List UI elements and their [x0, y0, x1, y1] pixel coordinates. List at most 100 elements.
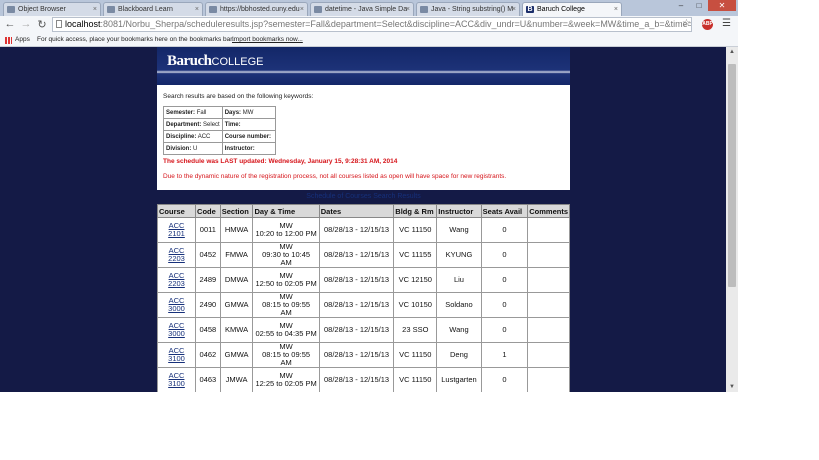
- menu-icon[interactable]: ☰: [722, 18, 731, 29]
- course-link[interactable]: ACC 2203: [168, 271, 185, 288]
- keyword-cell: Instructor:: [221, 142, 276, 155]
- tab-bbhosted[interactable]: https://bbhosted.cuny.edu ×: [205, 2, 308, 16]
- col-bldg-rm: Bldg & Rm: [393, 204, 438, 218]
- close-icon[interactable]: ×: [512, 3, 516, 16]
- comments-cell: [527, 217, 570, 243]
- page-icon: [56, 20, 62, 28]
- table-row: ACC 3100 0462 GMWA MW 08:15 to 09:55 AM 08/28/1…: [156, 342, 570, 368]
- course-link[interactable]: ACC 3100: [168, 371, 185, 388]
- instructor-cell: Deng: [436, 342, 482, 368]
- bookmark-star-icon[interactable]: ☆: [682, 18, 691, 29]
- page-icon: [7, 6, 15, 13]
- table-row: ACC 3000 2490 GMWA MW 08:15 to 09:55 AM 08/28/1…: [156, 292, 570, 318]
- course-cell: ACC 2101: [156, 217, 197, 243]
- dates-cell: 08/28/13 - 12/15/13: [318, 242, 395, 268]
- apps-icon[interactable]: [5, 37, 12, 44]
- results-header-row: Course Code Section Day & Time Dates Bld…: [156, 204, 570, 218]
- table-row: ACC 3100 0463 JMWA MW 12:25 to 02:05 PM 08/28/…: [156, 367, 570, 392]
- section-cell: JMWA: [219, 367, 254, 392]
- instructor-cell: Wang: [436, 217, 482, 243]
- keyword-cell: Course number:: [221, 130, 276, 143]
- address-bar[interactable]: localhost:8081/Norbu_Sherpa/scheduleresu…: [52, 17, 692, 32]
- minimize-button[interactable]: –: [672, 0, 690, 11]
- dates-cell: 08/28/13 - 12/15/13: [318, 367, 395, 392]
- col-comments: Comments: [527, 204, 570, 218]
- day-time-cell: MW 02:55 to 04:35 PM: [252, 317, 320, 343]
- url-host: localhost: [65, 19, 101, 29]
- close-window-button[interactable]: ✕: [708, 0, 736, 11]
- time-text: 10:20 to 12:00 PM: [255, 229, 317, 238]
- reload-icon[interactable]: ↻: [35, 18, 49, 31]
- course-cell: ACC 2203: [156, 267, 197, 293]
- search-intro: Search results are based on the followin…: [163, 93, 314, 100]
- department-value: Select: [203, 121, 220, 128]
- time-text: 02:55 to 04:35 PM: [255, 329, 317, 338]
- close-icon[interactable]: ×: [195, 3, 199, 16]
- comments-cell: [527, 267, 570, 293]
- close-icon[interactable]: ×: [614, 3, 618, 16]
- toolbar: ← → ↻ localhost:8081/Norbu_Sherpa/schedu…: [0, 16, 738, 34]
- close-icon[interactable]: ×: [93, 3, 97, 16]
- page-icon: [314, 6, 322, 13]
- dates-cell: 08/28/13 - 12/15/13: [318, 317, 395, 343]
- scroll-down-icon[interactable]: ▼: [728, 384, 736, 390]
- seats-cell: 0: [480, 242, 529, 268]
- import-bookmarks-link[interactable]: Import bookmarks now...: [232, 34, 303, 46]
- tab-object-browser[interactable]: Object Browser ×: [3, 2, 101, 16]
- close-icon[interactable]: ×: [406, 3, 410, 16]
- seats-cell: 1: [480, 342, 529, 368]
- window-controls: – □ ✕: [672, 0, 736, 12]
- baruch-logo[interactable]: BaruchCOLLEGE: [167, 53, 263, 70]
- course-link[interactable]: ACC 3100: [168, 346, 185, 363]
- maximize-button[interactable]: □: [690, 0, 708, 11]
- course-link[interactable]: ACC 3000: [168, 296, 185, 313]
- col-instructor: Instructor: [436, 204, 482, 218]
- scroll-up-icon[interactable]: ▲: [728, 49, 736, 55]
- course-number: 2203: [168, 279, 185, 288]
- table-row: ACC 2101 0011 HMWA MW 10:20 to 12:00 PM 08/28/…: [156, 217, 570, 243]
- tab-datetime[interactable]: datetime - Java Simple Da ×: [310, 2, 414, 16]
- course-cell: ACC 3100: [156, 342, 197, 368]
- course-number: 3100: [168, 354, 185, 363]
- time-suffix: AM: [280, 308, 292, 317]
- page-content: BaruchCOLLEGE Search results are based o…: [156, 47, 570, 392]
- vertical-scrollbar[interactable]: ▲ ▼: [726, 47, 738, 392]
- baruch-banner: BaruchCOLLEGE: [157, 47, 570, 85]
- course-number: 2101: [168, 229, 185, 238]
- browser-window: Object Browser × Blackboard Learn × https:…: [0, 0, 738, 392]
- course-link[interactable]: ACC 3000: [168, 321, 185, 338]
- back-arrow-icon[interactable]: ←: [3, 18, 17, 30]
- day-time-cell: MW 12:25 to 02:05 PM: [252, 367, 320, 392]
- dates-cell: 08/28/13 - 12/15/13: [318, 342, 395, 368]
- keyword-cell: Days: MW: [221, 106, 276, 119]
- room-cell: VC 11150: [393, 367, 438, 392]
- day-time-cell: MW 08:15 to 09:55 AM: [252, 292, 320, 318]
- close-icon[interactable]: ×: [300, 3, 304, 16]
- forward-arrow-icon[interactable]: →: [19, 18, 33, 30]
- col-dates: Dates: [318, 204, 395, 218]
- days-value: MW: [242, 109, 254, 116]
- tab-blackboard[interactable]: Blackboard Learn ×: [103, 2, 203, 16]
- course-link[interactable]: ACC 2203: [168, 246, 185, 263]
- adblock-icon[interactable]: ABP: [702, 19, 713, 30]
- baruch-favicon-icon: B: [526, 6, 534, 13]
- tab-java-substring[interactable]: Java - String substring() M ×: [416, 2, 520, 16]
- instructor-cell: KYUNG: [436, 242, 482, 268]
- table-row: ACC 2203 2489 DMWA MW 12:50 to 02:05 PM 08/28/…: [156, 267, 570, 293]
- instructor-cell: Lustgarten: [436, 367, 482, 392]
- col-code: Code: [195, 204, 221, 218]
- table-row: ACC 2203 0452 FMWA MW 09:30 to 10:45 AM 08/28/1…: [156, 242, 570, 268]
- tab-label: Object Browser: [18, 6, 66, 13]
- apps-link[interactable]: Apps: [15, 34, 30, 46]
- bookmarks-hint: For quick access, place your bookmarks h…: [37, 36, 234, 43]
- course-cell: ACC 3000: [156, 317, 197, 343]
- code-cell: 0011: [195, 217, 221, 243]
- semester-label: Semester:: [166, 109, 196, 116]
- tab-baruch-college[interactable]: B Baruch College ×: [522, 2, 622, 16]
- section-cell: GMWA: [219, 292, 254, 318]
- seats-cell: 0: [480, 367, 529, 392]
- course-link[interactable]: ACC 2101: [168, 221, 185, 238]
- code-cell: 0452: [195, 242, 221, 268]
- logo-main: Baruch: [167, 53, 212, 69]
- scroll-thumb[interactable]: [728, 64, 736, 287]
